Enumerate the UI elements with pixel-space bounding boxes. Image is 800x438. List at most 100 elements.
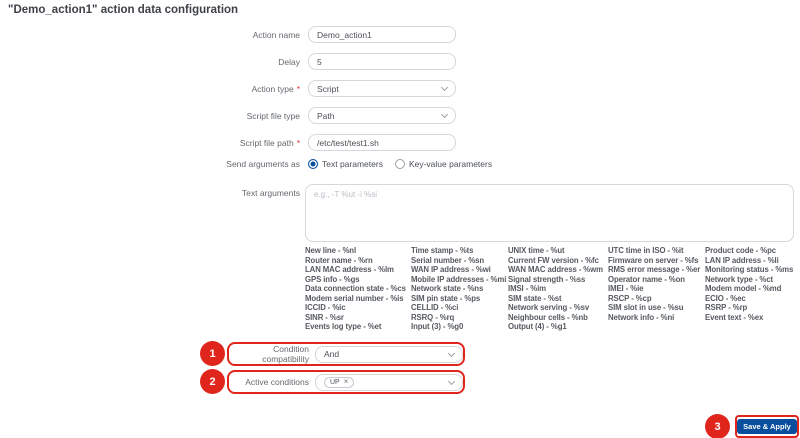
hint-item: CELLID - %ci	[411, 303, 508, 313]
condition-compatibility-select[interactable]: And	[315, 346, 463, 363]
hint-item: Signal strength - %ss	[508, 275, 608, 285]
hint-item: Router name - %rn	[305, 256, 411, 266]
hint-item: Firmware on server - %fs	[608, 256, 705, 266]
radio-option-text-parameters[interactable]: Text parameters	[308, 159, 383, 169]
hint-item: Network type - %ct	[705, 275, 793, 285]
form-rows: Action name Delay Action type* Script Sc…	[0, 21, 800, 172]
action-type-select[interactable]: Script	[308, 80, 456, 97]
script-file-path-label: Script file path*	[0, 138, 300, 148]
script-file-type-label: Script file type	[0, 111, 300, 121]
script-file-type-value: Path	[317, 111, 335, 121]
hint-column: UNIX time - %utCurrent FW version - %fcW…	[508, 246, 608, 332]
hint-item: IMSI - %im	[508, 284, 608, 294]
action-type-label-text: Action type	[252, 84, 294, 94]
hint-item: Monitoring status - %ms	[705, 265, 793, 275]
hint-item: IMEI - %ie	[608, 284, 705, 294]
hint-item: Data connection state - %cs	[305, 284, 411, 294]
hint-item: Time stamp - %ts	[411, 246, 508, 256]
remove-icon[interactable]: ×	[344, 378, 349, 386]
action-type-row: Action type* Script	[0, 75, 800, 102]
active-conditions-callout: Active conditions UP ×	[227, 370, 465, 394]
send-arguments-row: Send arguments as Text parameters Key-va…	[0, 156, 800, 172]
condition-compatibility-callout: Condition compatibility And	[227, 342, 465, 366]
hint-item: Event text - %ex	[705, 313, 793, 323]
active-conditions-label: Active conditions	[229, 377, 309, 387]
page-title: "Demo_action1" action data configuration	[8, 4, 238, 16]
hint-item: SIM pin state - %ps	[411, 294, 508, 304]
hint-item: Serial number - %sn	[411, 256, 508, 266]
hint-item: Events log type - %et	[305, 322, 411, 332]
radio-selected-icon[interactable]	[308, 159, 318, 169]
action-type-label: Action type*	[0, 84, 300, 94]
hint-column: UTC time in ISO - %itFirmware on server …	[608, 246, 705, 332]
hint-column: New line - %nlRouter name - %rnLAN MAC a…	[305, 246, 411, 332]
hint-item: Network state - %ns	[411, 284, 508, 294]
hint-item: SIM slot in use - %su	[608, 303, 705, 313]
hint-item: UTC time in ISO - %it	[608, 246, 705, 256]
hint-item: Neighbour cells - %nb	[508, 313, 608, 323]
hint-item: WAN MAC address - %wm	[508, 265, 608, 275]
hint-item: RSCP - %cp	[608, 294, 705, 304]
radio-option-key-value-parameters[interactable]: Key-value parameters	[395, 159, 492, 169]
save-apply-button[interactable]: Save & Apply	[737, 419, 797, 434]
hint-item: LAN MAC address - %lm	[305, 265, 411, 275]
hint-item: New line - %nl	[305, 246, 411, 256]
hint-item: Input (3) - %g0	[411, 322, 508, 332]
condition-compatibility-value: And	[324, 349, 339, 359]
radio-option-label: Key-value parameters	[409, 159, 492, 169]
hint-item: SIM state - %st	[508, 294, 608, 304]
active-condition-chip: UP ×	[324, 377, 354, 388]
hint-column: Product code - %pcLAN IP address - %liMo…	[705, 246, 793, 332]
script-file-path-input[interactable]	[308, 134, 456, 151]
chevron-down-icon	[441, 84, 448, 91]
hint-item: Network serving - %sv	[508, 303, 608, 313]
hint-item: RMS error message - %er	[608, 265, 705, 275]
hint-item: WAN IP address - %wi	[411, 265, 508, 275]
annotation-step-3: 3	[705, 414, 730, 438]
script-file-type-select[interactable]: Path	[308, 107, 456, 124]
hint-item: Modem model - %md	[705, 284, 793, 294]
hint-item: RSRQ - %rq	[411, 313, 508, 323]
chevron-down-icon	[448, 349, 455, 356]
action-name-input[interactable]	[308, 26, 456, 43]
hint-item: ICCID - %ic	[305, 303, 411, 313]
hint-item: Product code - %pc	[705, 246, 793, 256]
hint-item: ECIO - %ec	[705, 294, 793, 304]
radio-option-label: Text parameters	[322, 159, 383, 169]
hint-item: Output (4) - %g1	[508, 322, 608, 332]
action-name-row: Action name	[0, 21, 800, 48]
text-arguments-label: Text arguments	[0, 188, 300, 198]
action-type-value: Script	[317, 84, 339, 94]
hint-item: Current FW version - %fc	[508, 256, 608, 266]
send-arguments-label: Send arguments as	[0, 159, 300, 169]
script-file-path-label-text: Script file path	[240, 138, 294, 148]
hint-item: RSRP - %rp	[705, 303, 793, 313]
hint-item: GPS info - %gs	[305, 275, 411, 285]
chip-label: UP	[330, 379, 340, 386]
chevron-down-icon	[441, 111, 448, 118]
delay-input[interactable]	[308, 53, 456, 70]
parameter-hints: New line - %nlRouter name - %rnLAN MAC a…	[305, 246, 797, 332]
action-name-label: Action name	[0, 30, 300, 40]
condition-compatibility-label: Condition compatibility	[229, 344, 309, 364]
script-file-type-row: Script file type Path	[0, 102, 800, 129]
hint-item: Operator name - %on	[608, 275, 705, 285]
hint-item: Network info - %ni	[608, 313, 705, 323]
delay-label: Delay	[0, 57, 300, 67]
hint-item: LAN IP address - %li	[705, 256, 793, 266]
text-arguments-textarea[interactable]	[305, 184, 794, 242]
delay-row: Delay	[0, 48, 800, 75]
annotation-step-1: 1	[200, 341, 225, 366]
radio-unselected-icon[interactable]	[395, 159, 405, 169]
save-apply-callout: Save & Apply	[735, 415, 799, 438]
hint-item: SINR - %sr	[305, 313, 411, 323]
hint-item: UNIX time - %ut	[508, 246, 608, 256]
hint-item: Modem serial number - %is	[305, 294, 411, 304]
hint-column: Time stamp - %tsSerial number - %snWAN I…	[411, 246, 508, 332]
chevron-down-icon	[448, 377, 455, 384]
required-asterisk: *	[297, 84, 300, 94]
active-conditions-select[interactable]: UP ×	[315, 374, 463, 391]
action-configuration-page: "Demo_action1" action data configuration…	[0, 0, 800, 438]
hint-item: Mobile IP addresses - %mi	[411, 275, 508, 285]
annotation-step-2: 2	[200, 369, 225, 394]
